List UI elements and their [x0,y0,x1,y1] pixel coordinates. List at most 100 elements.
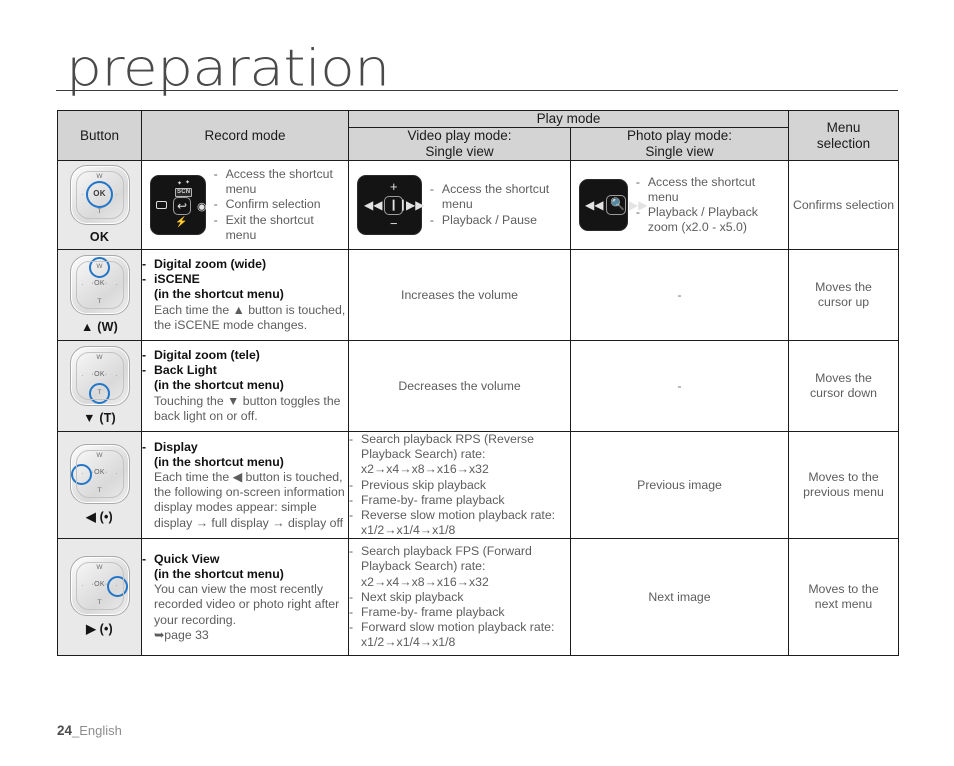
list-item: Search playback FPS (Forward Playback Se… [349,544,570,590]
joystick-pad-down: W T · · ·OK· [69,345,130,406]
lcd-photo-playback: ◀◀ 🔍 ▶▶ [579,179,647,231]
table-header-row-1: Button Record mode Play mode Menu select… [57,110,900,161]
list-item: Display [142,440,348,455]
pad-right-dot: · [115,190,118,198]
header-menu-selection-line2: selection [816,135,871,151]
page-header: preparation [56,42,898,100]
list-item: Playback / Playback zoom (x2.0 - x5.0) [636,205,782,235]
title-divider [56,90,898,91]
header-menu-selection: Menu selection [788,110,900,161]
button-label-left: ◀ (•) [86,510,113,525]
footer-page-number: 24 [57,723,73,738]
menu-selection-cell-left: Moves to the previous menu [788,431,900,540]
pad-left-dot: · [81,371,84,379]
list-item: Access the shortcut menu [430,182,564,212]
pad-t-label: T [97,487,102,495]
pad-right-dot: · [115,371,118,379]
pad-left-dot: · [81,582,84,590]
pad-w-label: W [96,353,103,361]
record-mode-cell-left: Display (in the shortcut menu) Each time… [141,431,349,540]
list-item: Forward slow motion playback rate: x1/2→… [349,620,570,650]
pad-t-label: T [97,388,102,396]
pad-right-dot: · [115,582,118,590]
menu-selection-cell-right: Moves to the next menu [788,538,900,657]
pad-t-label: T [97,207,102,215]
record-mode-text-ok: Access the shortcut menu Confirm selecti… [214,167,342,243]
joystick-pad-left: W T · · ·OK· [69,444,130,505]
list-item: Confirm selection [214,197,342,212]
scn-icon: SCN [175,188,193,197]
menu-line1: Moves to the [808,470,879,485]
button-cell-up: W T · · ·OK· ▲ (W) [57,249,142,342]
table-row: W T · · ·OK· ◀ (•) Display (in the short… [57,431,900,540]
record-mode-cell-ok: SCN ✦ ✦ ↩ ◉ ⚡ Access the shortcut menu C… [141,159,349,251]
list-item-sub: (in the shortcut menu) [154,567,284,582]
pad-ok-label: OK [93,188,106,198]
list-item: Exit the shortcut menu [214,213,342,243]
table-row: W T · · ·OK· ▼ (T) Digital zoom (tele) B… [57,340,900,433]
button-label-ok: OK [89,229,110,244]
pad-t-label: T [97,599,102,607]
list-item-desc: Each time the ▲ button is touched, the i… [154,302,346,332]
header-photo-play-mode: Photo play mode: Single view [569,127,790,161]
menu-line1: Moves to the [808,582,879,597]
highlight-ring-center [86,181,113,208]
photo-play-cell-left: Previous image [569,431,790,540]
menu-line2: cursor down [810,386,877,401]
return-arrow-icon: ↩ [177,199,188,213]
photo-play-cell-ok: ◀◀ 🔍 ▶▶ Access the shortcut menu Playbac… [569,159,790,251]
header-video-play-mode-line2: Single view [425,144,494,159]
list-item: Search playback RPS (Reverse Playback Se… [349,432,570,478]
footer-language: _English [72,723,122,738]
menu-selection-cell-down: Moves the cursor down [788,340,900,433]
pad-w-label: W [96,452,103,460]
joystick-pad-right: W T · · ·OK· [69,556,130,617]
list-item: Access the shortcut menu [214,167,342,197]
menu-line2: cursor up [817,295,870,310]
highlight-ring-right [107,575,128,597]
list-item-sub: (in the shortcut menu) [154,287,284,302]
menu-line2: previous menu [803,485,884,500]
video-play-cell-ok: + ◀◀ ❙❙ ▶▶ − Access the shortcut menu Pl… [348,159,571,251]
list-item-sub: (in the shortcut menu) [154,454,284,469]
menu-line2: next menu [814,597,873,612]
pause-icon: ❙❙ [389,199,408,211]
menu-selection-cell-ok: Confirms selection [788,159,900,251]
video-play-text-ok: Access the shortcut menu Playback / Paus… [430,182,564,228]
list-item: Playback / Pause [430,213,564,228]
highlight-ring-down [89,382,110,404]
list-item: Previous skip playback [349,478,570,493]
video-play-cell-right: Search playback FPS (Forward Playback Se… [348,538,571,657]
list-item-desc: You can view the most recently recorded … [154,582,340,627]
button-label-down: ▼ (T) [83,410,116,425]
highlight-ring-up [89,257,110,279]
pad-t-label: T [97,297,102,305]
list-item: Frame-by- frame playback [349,493,570,508]
button-cell-right: W T · · ·OK· ▶ (•) [57,538,142,657]
header-menu-selection-line1: Menu [826,119,861,135]
button-cell-down: W T · · ·OK· ▼ (T) [57,340,142,433]
list-item: iSCENE [142,272,348,287]
lcd-record-shortcut: SCN ✦ ✦ ↩ ◉ ⚡ [150,175,207,235]
list-item: Reverse slow motion playback rate: x1/2→… [349,508,570,538]
header-photo-play-mode-line2: Single view [645,144,714,159]
joystick-pad-ok: W T · · OK [69,164,130,225]
pad-w-label: W [96,172,103,180]
sparkle-icon: ✦ [177,181,183,187]
sparkle-icon: ✦ [185,180,191,186]
menu-line1: Moves the [815,371,872,386]
list-item: Frame-by- frame playback [349,605,570,620]
photo-play-cell-down: - [569,340,790,433]
header-photo-play-mode-line1: Photo play mode: [626,128,733,143]
table-row: W T · · ·OK· ▲ (W) Digital zoom (wide) i… [57,249,900,342]
minus-icon: − [390,216,398,231]
next-track-icon: ▶▶ [406,198,425,212]
page-footer: 24_English [57,723,122,738]
video-play-cell-down: Decreases the volume [348,340,571,433]
list-item: Quick View [142,552,348,567]
joystick-pad-up: W T · · ·OK· [69,254,130,315]
highlight-ring-left [71,463,92,485]
button-cell-ok: W T · · OK OK [57,159,142,251]
list-item-desc: Touching the ▼ button toggles the back l… [154,393,341,423]
play-circle-icon: ◉ [197,201,207,213]
